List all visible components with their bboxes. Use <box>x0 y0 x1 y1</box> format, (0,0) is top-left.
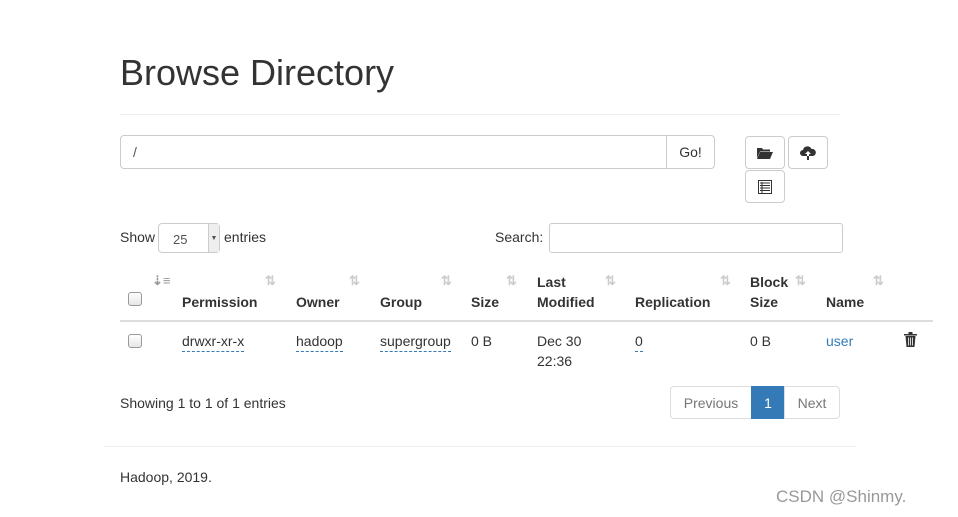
sort-asc-icon[interactable]: ⇣≡ <box>152 273 170 289</box>
group-cell[interactable]: supergroup <box>380 331 451 352</box>
replication-cell[interactable]: 0 <box>635 331 643 352</box>
go-label: Go! <box>679 144 702 160</box>
search-label: Search: <box>495 229 544 245</box>
header-divider <box>120 320 933 322</box>
size-cell: 0 B <box>471 333 493 349</box>
column-header-group[interactable]: Group <box>380 292 422 312</box>
column-header-replication[interactable]: Replication <box>635 292 710 312</box>
sort-icon[interactable]: ⇅ <box>605 273 616 289</box>
upload-button[interactable] <box>788 136 828 169</box>
column-header-permission[interactable]: Permission <box>182 292 257 312</box>
divider <box>120 114 840 115</box>
footer-text: Hadoop, 2019. <box>120 469 212 485</box>
row-checkbox[interactable] <box>128 334 142 348</box>
column-header-last-modified[interactable]: Last Modified <box>537 272 607 312</box>
page-1-button[interactable]: 1 <box>751 386 785 419</box>
sort-icon[interactable]: ⇅ <box>265 273 276 289</box>
name-link[interactable]: user <box>826 331 853 351</box>
column-header-owner[interactable]: Owner <box>296 292 340 312</box>
sort-icon[interactable]: ⇅ <box>720 273 731 289</box>
block-size-cell: 0 B <box>750 333 772 349</box>
previous-button[interactable]: Previous <box>670 386 752 419</box>
chevron-down-icon: ▼ <box>208 224 219 252</box>
column-header-size[interactable]: Size <box>471 292 499 312</box>
column-header-block-size[interactable]: Block Size <box>750 272 795 312</box>
last-modified-time: 22:36 <box>537 353 573 369</box>
page-title: Browse Directory <box>120 52 395 93</box>
entries-select[interactable]: 25 ▼ <box>158 223 220 253</box>
footer-divider <box>104 446 856 447</box>
sort-icon[interactable]: ⇅ <box>506 273 517 289</box>
go-button[interactable]: Go! <box>666 135 715 169</box>
permission-cell[interactable]: drwxr-xr-x <box>182 331 245 352</box>
list-icon <box>758 179 772 194</box>
table-info: Showing 1 to 1 of 1 entries <box>120 395 286 411</box>
cut-paste-button[interactable] <box>745 170 785 203</box>
select-all-checkbox[interactable] <box>128 292 142 306</box>
cloud-upload-icon <box>800 145 816 160</box>
sort-icon[interactable]: ⇅ <box>795 273 806 289</box>
search-input[interactable] <box>549 223 843 253</box>
sort-icon[interactable]: ⇅ <box>349 273 360 289</box>
show-label: Show <box>120 229 156 245</box>
folder-open-icon <box>757 147 773 159</box>
entries-label: entries <box>224 229 267 245</box>
create-directory-button[interactable] <box>745 136 785 169</box>
path-input[interactable] <box>120 135 667 169</box>
column-header-name[interactable]: Name <box>826 292 864 312</box>
trash-icon[interactable] <box>904 332 917 347</box>
watermark: CSDN @Shinmy. <box>776 487 907 506</box>
entries-select-value: 25 <box>173 232 188 247</box>
owner-cell[interactable]: hadoop <box>296 331 343 352</box>
next-button[interactable]: Next <box>784 386 840 419</box>
sort-icon[interactable]: ⇅ <box>441 273 452 289</box>
sort-icon[interactable]: ⇅ <box>873 273 884 289</box>
last-modified-date: Dec 30 <box>537 333 582 349</box>
